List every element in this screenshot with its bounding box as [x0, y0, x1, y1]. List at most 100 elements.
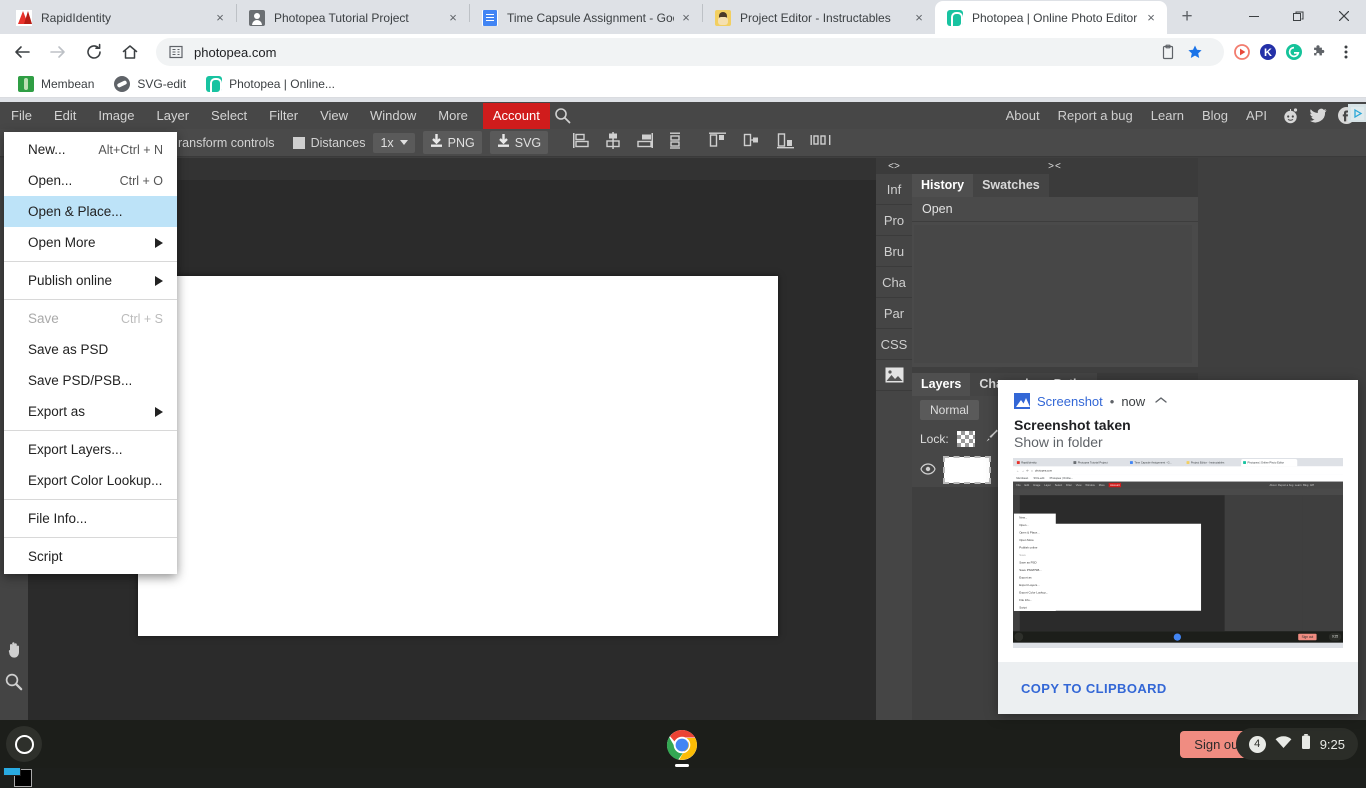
- tab-history[interactable]: History: [912, 174, 973, 197]
- browser-tab[interactable]: Photopea Tutorial Project ×: [237, 1, 469, 34]
- address-bar[interactable]: photopea.com: [156, 38, 1224, 66]
- launcher-icon[interactable]: [6, 726, 42, 762]
- system-tray[interactable]: 4 9:25: [1236, 728, 1358, 760]
- file-menu-script[interactable]: Script: [4, 541, 177, 572]
- kami-icon[interactable]: K: [1256, 40, 1280, 64]
- panel-info[interactable]: Inf: [876, 174, 912, 205]
- distances-checkbox[interactable]: Distances: [293, 136, 366, 150]
- zoom-level-select[interactable]: 1x: [373, 133, 414, 153]
- notification-count-badge[interactable]: 4: [1249, 736, 1266, 753]
- menu-edit[interactable]: Edit: [43, 103, 87, 129]
- menu-view[interactable]: View: [309, 103, 359, 129]
- export-svg-button[interactable]: SVG: [490, 131, 548, 154]
- link-blog[interactable]: Blog: [1193, 103, 1237, 129]
- panel-css[interactable]: CSS: [876, 329, 912, 360]
- puzzle-icon[interactable]: [1308, 40, 1332, 64]
- notification-thumbnail[interactable]: RapidIdentity Photopea Tutorial Project …: [1013, 458, 1343, 648]
- screencast-icon[interactable]: [1230, 40, 1254, 64]
- panel-brushes[interactable]: Bru: [876, 236, 912, 267]
- align-bottom-icon[interactable]: [776, 132, 796, 154]
- menu-window[interactable]: Window: [359, 103, 427, 129]
- menu-file[interactable]: File: [0, 103, 43, 129]
- browser-tab[interactable]: Time Capsule Assignment - Goo ×: [470, 1, 702, 34]
- chevron-up-icon[interactable]: [1155, 395, 1167, 407]
- bookmark-star-icon[interactable]: [1182, 39, 1208, 65]
- tab-close-button[interactable]: ×: [212, 10, 228, 26]
- history-item[interactable]: Open: [912, 197, 1198, 222]
- grammarly-icon[interactable]: [1282, 40, 1306, 64]
- align-middle-icon[interactable]: [742, 132, 762, 154]
- notification-subtitle[interactable]: Show in folder: [998, 433, 1358, 450]
- file-menu-save-psd-psb[interactable]: Save PSD/PSB...: [4, 365, 177, 396]
- reddit-icon[interactable]: [1279, 105, 1301, 127]
- export-png-button[interactable]: PNG: [423, 131, 482, 154]
- file-menu-export-color-lookup[interactable]: Export Color Lookup...: [4, 465, 177, 496]
- tab-close-button[interactable]: ×: [445, 10, 461, 26]
- bookmark-item[interactable]: Photopea | Online...: [198, 73, 343, 95]
- file-menu-save-as-psd[interactable]: Save as PSD: [4, 334, 177, 365]
- blend-mode-select[interactable]: Normal: [920, 400, 979, 420]
- hand-tool[interactable]: [0, 634, 28, 666]
- checkbox-box[interactable]: [293, 137, 305, 149]
- file-menu-export-layers[interactable]: Export Layers...: [4, 434, 177, 465]
- tab-close-button[interactable]: ×: [678, 10, 694, 26]
- file-menu-new[interactable]: New... Alt+Ctrl + N: [4, 134, 177, 165]
- zoom-tool[interactable]: [0, 666, 28, 698]
- magnifier-icon[interactable]: [550, 107, 576, 124]
- menu-select[interactable]: Select: [200, 103, 258, 129]
- image-icon[interactable]: [876, 360, 912, 391]
- document-canvas[interactable]: [138, 276, 778, 636]
- reload-icon[interactable]: [80, 38, 108, 66]
- bookmark-item[interactable]: Membean: [10, 73, 102, 95]
- eye-icon[interactable]: [920, 463, 936, 478]
- minimize-button[interactable]: [1231, 0, 1276, 32]
- browser-tab[interactable]: RapidIdentity ×: [4, 1, 236, 34]
- menu-filter[interactable]: Filter: [258, 103, 309, 129]
- clock[interactable]: 9:25: [1320, 737, 1345, 752]
- back-icon[interactable]: [8, 38, 36, 66]
- panel-collapse-handle[interactable]: ><: [912, 158, 1198, 174]
- strip-collapse-toggle[interactable]: <>: [876, 158, 912, 174]
- account-button[interactable]: Account: [483, 103, 550, 129]
- file-menu-open-and-place[interactable]: Open & Place...: [4, 196, 177, 227]
- forward-icon[interactable]: [44, 38, 72, 66]
- link-about[interactable]: About: [997, 103, 1049, 129]
- menu-layer[interactable]: Layer: [146, 103, 201, 129]
- brand-play-icon[interactable]: [1348, 104, 1366, 122]
- chrome-icon[interactable]: [665, 728, 699, 762]
- bookmark-item[interactable]: SVG-edit: [106, 73, 194, 95]
- link-api[interactable]: API: [1237, 103, 1276, 129]
- wifi-icon[interactable]: [1275, 735, 1292, 754]
- copy-to-clipboard-button[interactable]: COPY TO CLIPBOARD: [998, 662, 1358, 714]
- battery-icon[interactable]: [1301, 734, 1311, 755]
- file-menu-publish-online[interactable]: Publish online: [4, 265, 177, 296]
- twitter-icon[interactable]: [1307, 105, 1329, 127]
- menu-image[interactable]: Image: [87, 103, 145, 129]
- tab-swatches[interactable]: Swatches: [973, 174, 1049, 197]
- panel-paragraph[interactable]: Par: [876, 298, 912, 329]
- clipboard-icon[interactable]: [1155, 39, 1181, 65]
- distribute-horizontal-icon[interactable]: [810, 133, 832, 152]
- file-menu-open-more[interactable]: Open More: [4, 227, 177, 258]
- tab-close-button[interactable]: ×: [1143, 10, 1159, 26]
- tab-layers[interactable]: Layers: [912, 373, 970, 396]
- panel-properties[interactable]: Pro: [876, 205, 912, 236]
- close-button[interactable]: [1321, 0, 1366, 32]
- chrome-menu-icon[interactable]: [1334, 40, 1358, 64]
- link-learn[interactable]: Learn: [1142, 103, 1193, 129]
- tab-close-button[interactable]: ×: [911, 10, 927, 26]
- panel-character[interactable]: Cha: [876, 267, 912, 298]
- align-center-horizontal-icon[interactable]: [604, 132, 622, 154]
- file-menu-open[interactable]: Open... Ctrl + O: [4, 165, 177, 196]
- align-right-icon[interactable]: [636, 132, 654, 154]
- browser-tab[interactable]: Project Editor - Instructables ×: [703, 1, 935, 34]
- browser-tab-active[interactable]: Photopea | Online Photo Editor ×: [935, 1, 1167, 34]
- link-report-a-bug[interactable]: Report a bug: [1049, 103, 1142, 129]
- file-menu-export-as[interactable]: Export as: [4, 396, 177, 427]
- menu-more[interactable]: More: [427, 103, 479, 129]
- align-top-icon[interactable]: [708, 132, 728, 154]
- maximize-button[interactable]: [1276, 0, 1321, 32]
- page-info-icon[interactable]: [168, 44, 184, 60]
- screenshot-notification[interactable]: Screenshot • now Screenshot taken Show i…: [998, 380, 1358, 714]
- transparency-lock-icon[interactable]: [957, 431, 975, 447]
